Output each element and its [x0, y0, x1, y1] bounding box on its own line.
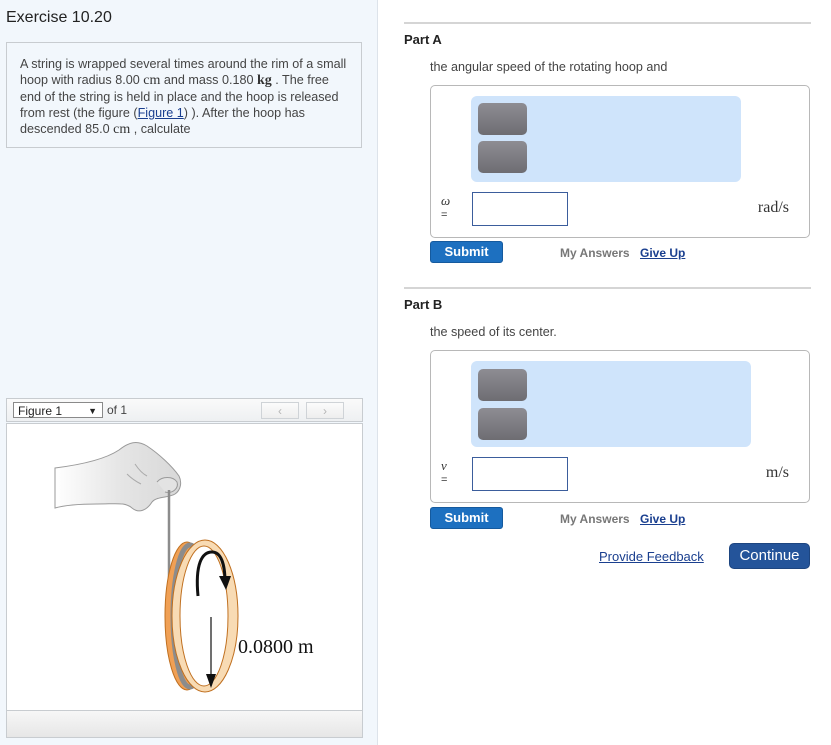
continue-button[interactable]: Continue: [729, 543, 810, 569]
problem-text: , calculate: [130, 122, 191, 136]
part-a-divider: [404, 22, 811, 24]
part-b-answer-box: v = m/s: [430, 350, 810, 503]
mass-value: 0.180: [221, 73, 254, 87]
omega-symbol: ω: [441, 193, 451, 208]
figure-area: 0.0800 m: [6, 423, 363, 711]
part-a-my-answers[interactable]: My Answers: [560, 246, 630, 260]
problem-panel: Exercise 10.20 A string is wrapped sever…: [0, 0, 378, 745]
next-figure-button[interactable]: ›: [306, 402, 344, 419]
part-a-submit-button[interactable]: Submit: [430, 241, 503, 263]
radius-label: 0.0800 m: [238, 636, 314, 658]
dropdown-arrow-icon: ▼: [88, 406, 97, 416]
chevron-left-icon: ‹: [278, 404, 282, 418]
math-toolbar: [471, 96, 741, 182]
part-a-answer-box: ω = rad/s: [430, 85, 810, 238]
part-a-title: Part A: [404, 32, 442, 47]
v-symbol: v: [441, 458, 447, 473]
template-button[interactable]: [478, 369, 527, 401]
part-a-give-up-link[interactable]: Give Up: [640, 246, 685, 260]
template-button[interactable]: [478, 103, 527, 135]
equals-sign: =: [441, 474, 448, 486]
provide-feedback-link[interactable]: Provide Feedback: [599, 549, 704, 564]
problem-statement: A string is wrapped several times around…: [6, 42, 362, 148]
figure-footer: [6, 710, 363, 738]
equals-sign: =: [441, 209, 448, 221]
part-a-question: the angular speed of the rotating hoop a…: [430, 60, 668, 74]
part-b-title: Part B: [404, 297, 443, 312]
mass-unit: kg: [256, 73, 272, 88]
radius-unit: cm: [143, 73, 161, 88]
figure-toolbar: Figure 1 ▼ of 1 ‹ ›: [6, 398, 363, 422]
prev-figure-button[interactable]: ‹: [261, 402, 299, 419]
figure-link[interactable]: Figure 1: [138, 106, 184, 120]
radius-value: 8.00: [115, 73, 140, 87]
figure-select[interactable]: Figure 1 ▼: [13, 402, 103, 418]
math-toolbar: [471, 361, 751, 447]
figure-select-value: Figure 1: [18, 404, 63, 418]
hand-illustration: [54, 442, 182, 512]
variable-label: ω =: [441, 194, 450, 222]
symbol-button[interactable]: [478, 408, 527, 440]
hoop: [164, 539, 239, 693]
hoop-figure: 0.0800 m: [54, 442, 314, 693]
part-b-question: the speed of its center.: [430, 325, 557, 339]
variable-label: v =: [441, 459, 447, 487]
symbol-button[interactable]: [478, 141, 527, 173]
part-a-answer-input[interactable]: [472, 192, 568, 226]
part-b-unit: m/s: [765, 464, 789, 481]
problem-text: and mass: [160, 73, 222, 87]
part-b-my-answers[interactable]: My Answers: [560, 512, 630, 526]
part-a-unit: rad/s: [757, 199, 789, 216]
part-b-submit-button[interactable]: Submit: [430, 507, 503, 529]
part-b-answer-input[interactable]: [472, 457, 568, 491]
figure-count: of 1: [107, 403, 128, 417]
exercise-title: Exercise 10.20: [6, 9, 112, 26]
descent-value: 85.0: [85, 122, 110, 136]
answer-panel: Part A the angular speed of the rotating…: [378, 0, 831, 745]
descent-unit: cm: [113, 122, 131, 137]
part-b-divider: [404, 287, 811, 289]
part-b-give-up-link[interactable]: Give Up: [640, 512, 685, 526]
chevron-right-icon: ›: [323, 404, 327, 418]
